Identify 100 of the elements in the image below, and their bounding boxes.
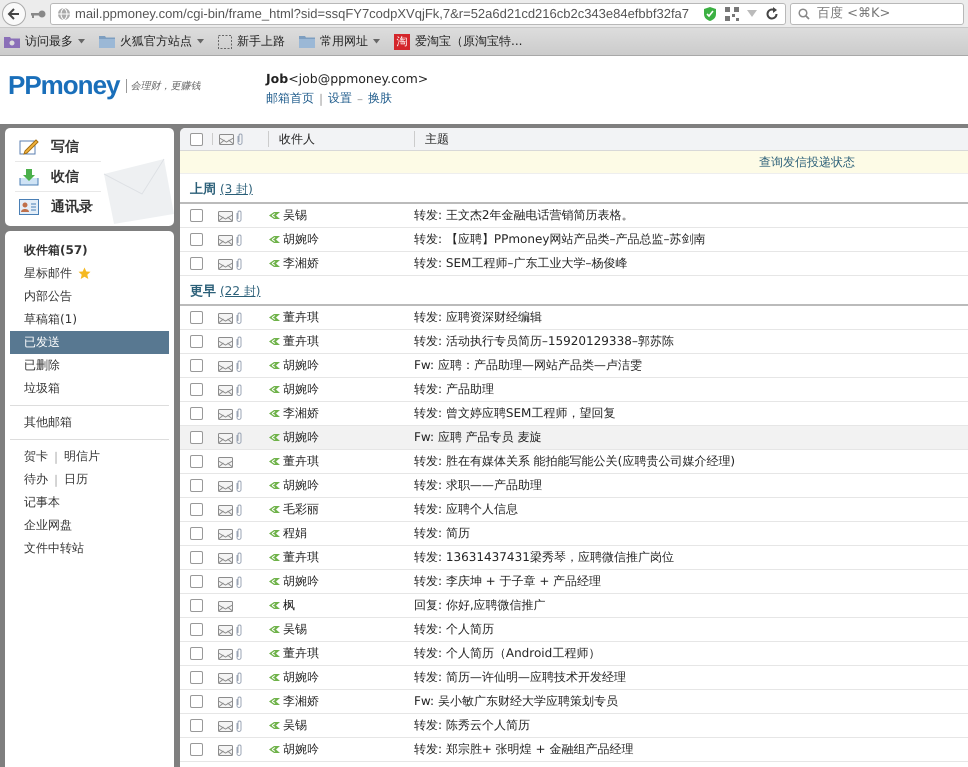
folder-icon bbox=[299, 35, 315, 48]
checkbox[interactable] bbox=[190, 551, 202, 564]
mail-row[interactable]: 胡婉吟 转发: 【应聘】PPmoney网站产品类–产品总监–苏剑南 bbox=[180, 228, 968, 252]
folder-item[interactable]: 其他邮箱 bbox=[10, 411, 169, 434]
checkbox[interactable] bbox=[190, 623, 202, 636]
sent-check-icon bbox=[268, 361, 280, 370]
checkbox[interactable] bbox=[190, 647, 202, 660]
mail-row[interactable]: 董卉琪 转发: 个人简历（Android工程师） bbox=[180, 642, 968, 666]
search-field[interactable]: 百度 <⌘K> bbox=[790, 2, 964, 24]
mail-row[interactable]: 董卉琪 转发: 胜在有媒体关系 能拍能写能公关(应聘贵公司媒介经理) bbox=[180, 450, 968, 474]
checkbox[interactable] bbox=[190, 132, 202, 146]
subject-text: 转发: 简历—许仙明—应聘技术开发经理 bbox=[414, 669, 627, 686]
subject-text: 转发: 李庆坤 + 于子章 + 产品经理 bbox=[414, 573, 602, 590]
delivery-status-link[interactable]: 查询发信投递状态 bbox=[759, 154, 855, 170]
folder-item[interactable]: 已删除 bbox=[10, 354, 169, 377]
mail-row[interactable]: 吴锡 转发: 陈秀云个人简历 bbox=[180, 714, 968, 738]
tool-link[interactable]: 贺卡 bbox=[24, 448, 48, 465]
tool-link[interactable]: 企业网盘 bbox=[24, 517, 72, 534]
address-bar[interactable]: mail.ppmoney.com/cgi-bin/frame_html?sid=ssqFY7codpXVqjFk,7&r=52a6d21cd216cb2c343e84efbbf32fa7 bbox=[50, 2, 786, 24]
group-count-link[interactable]: (22 封) bbox=[220, 283, 260, 300]
checkbox[interactable] bbox=[190, 335, 202, 348]
tool-link[interactable]: 记事本 bbox=[24, 494, 60, 511]
bookmark-item[interactable]: 淘 爱淘宝（原淘宝特... bbox=[394, 33, 522, 50]
subject-text: 转发: 求职——产品助理 bbox=[414, 477, 543, 494]
checkbox[interactable] bbox=[190, 455, 202, 468]
tool-link[interactable]: 待办 bbox=[24, 471, 48, 488]
group-count-link[interactable]: (3 封) bbox=[220, 181, 253, 198]
envelope-icon bbox=[218, 360, 233, 372]
quick-action[interactable]: 写信 bbox=[15, 132, 101, 162]
column-header[interactable]: 收件人 bbox=[268, 131, 414, 147]
mail-row[interactable]: 胡婉吟 转发: 产品助理 bbox=[180, 378, 968, 402]
checkbox[interactable] bbox=[190, 209, 202, 222]
mail-row[interactable]: 吴锡 转发: 王文杰2年金融电话营销简历表格。 bbox=[180, 204, 968, 228]
subject-text: 转发: 陈秀云个人简历 bbox=[414, 717, 531, 734]
checkbox[interactable] bbox=[190, 257, 202, 270]
reload-icon[interactable] bbox=[765, 6, 779, 20]
mail-row[interactable]: 胡婉吟 转发: 简历—许仙明—应聘技术开发经理 bbox=[180, 666, 968, 690]
logo: PPmoney bbox=[8, 70, 120, 101]
checkbox[interactable] bbox=[190, 527, 202, 540]
mail-row[interactable]: 胡婉吟 Fw: 应聘：产品助理—网站产品类—卢洁雯 bbox=[180, 354, 968, 378]
folder-item[interactable]: 星标邮件 bbox=[10, 262, 169, 285]
subject-text: 转发: 王文杰2年金融电话营销简历表格。 bbox=[414, 207, 634, 224]
header-link[interactable]: 换肤 bbox=[368, 90, 392, 107]
mail-row[interactable]: 李湘娇 转发: SEM工程师–广东工业大学–杨俊峰 bbox=[180, 252, 968, 276]
key-icon bbox=[30, 8, 46, 20]
checkbox[interactable] bbox=[190, 599, 202, 612]
envelope-icon bbox=[218, 720, 233, 732]
mail-row[interactable]: 董卉琪 转发: 活动执行专员简历–15920129338–郭苏陈 bbox=[180, 330, 968, 354]
envelope-icon bbox=[218, 480, 233, 492]
mail-row[interactable]: 程娟 转发: 简历 bbox=[180, 522, 968, 546]
bookmark-item[interactable]: 访问最多 bbox=[4, 33, 85, 50]
download-tray-icon bbox=[19, 168, 39, 186]
folder-item[interactable]: 内部公告 bbox=[10, 285, 169, 308]
checkbox[interactable] bbox=[190, 479, 202, 492]
folder-item[interactable]: 已发送 bbox=[10, 331, 169, 354]
recipient-name: 程娟 bbox=[283, 525, 307, 542]
mail-row[interactable]: 胡婉吟 转发: 郑宗胜+ 张明煌 + 金融组产品经理 bbox=[180, 738, 968, 762]
subject-text: 转发: SEM工程师–广东工业大学–杨俊峰 bbox=[414, 255, 628, 272]
checkbox[interactable] bbox=[190, 431, 202, 444]
checkbox[interactable] bbox=[190, 359, 202, 372]
checkbox[interactable] bbox=[190, 695, 202, 708]
checkbox[interactable] bbox=[190, 503, 202, 516]
mail-row[interactable]: 枫 回复: 你好,应聘微信推广 bbox=[180, 594, 968, 618]
folder-item[interactable]: 草稿箱(1) bbox=[10, 308, 169, 331]
bookmark-item[interactable]: 火狐官方站点 bbox=[99, 33, 204, 50]
checkbox[interactable] bbox=[190, 671, 202, 684]
mail-row[interactable]: 胡婉吟 转发: 求职——产品助理 bbox=[180, 474, 968, 498]
checkbox[interactable] bbox=[190, 383, 202, 396]
checkbox[interactable] bbox=[190, 311, 202, 324]
quick-action[interactable]: 收信 bbox=[15, 162, 101, 192]
recipient-name: 董卉琪 bbox=[283, 549, 319, 566]
mail-row[interactable]: 毛彩丽 转发: 应聘个人信息 bbox=[180, 498, 968, 522]
checkbox[interactable] bbox=[190, 407, 202, 420]
bookmark-item[interactable]: 新手上路 bbox=[218, 33, 285, 50]
qr-code-icon[interactable] bbox=[725, 6, 739, 20]
bookmark-item[interactable]: 常用网址 bbox=[299, 33, 380, 50]
tool-link[interactable]: 明信片 bbox=[64, 448, 100, 465]
checkbox[interactable] bbox=[190, 719, 202, 732]
back-button[interactable] bbox=[2, 2, 26, 26]
tool-link[interactable]: 文件中转站 bbox=[24, 540, 84, 557]
subject-text: Fw: 应聘：产品助理—网站产品类—卢洁雯 bbox=[414, 357, 643, 374]
mail-row[interactable]: 董卉琪 转发: 13631437431梁秀琴，应聘微信推广岗位 bbox=[180, 546, 968, 570]
folder-item[interactable]: 收件箱(57) bbox=[10, 239, 169, 262]
dropdown-icon[interactable] bbox=[747, 10, 757, 18]
folder-item[interactable]: 垃圾箱 bbox=[10, 377, 169, 400]
checkbox[interactable] bbox=[190, 743, 202, 756]
mail-row[interactable]: 胡婉吟 Fw: 应聘 产品专员 麦旋 bbox=[180, 426, 968, 450]
shield-icon[interactable] bbox=[703, 6, 717, 22]
mail-row[interactable]: 胡婉吟 转发: 李庆坤 + 于子章 + 产品经理 bbox=[180, 570, 968, 594]
checkbox[interactable] bbox=[190, 575, 202, 588]
column-header[interactable]: 主题 bbox=[414, 131, 968, 147]
quick-action[interactable]: 通讯录 bbox=[15, 192, 101, 222]
header-link[interactable]: 设置 bbox=[328, 90, 352, 107]
checkbox[interactable] bbox=[190, 233, 202, 246]
sent-check-icon bbox=[268, 409, 280, 418]
mail-row[interactable]: 董卉琪 转发: 应聘资深财经编辑 bbox=[180, 306, 968, 330]
header-link[interactable]: 邮箱首页 bbox=[266, 90, 314, 107]
mail-row[interactable]: 吴锡 转发: 个人简历 bbox=[180, 618, 968, 642]
mail-row[interactable]: 李湘娇 Fw: 吴小敏广东财经大学应聘策划专员 bbox=[180, 690, 968, 714]
tool-link[interactable]: 日历 bbox=[64, 471, 88, 488]
